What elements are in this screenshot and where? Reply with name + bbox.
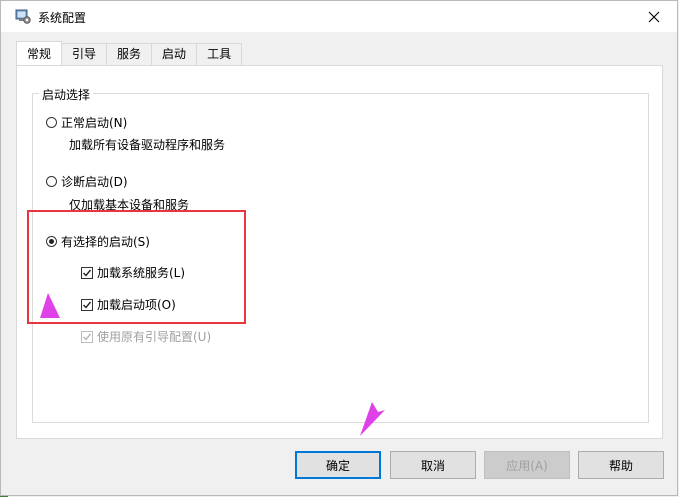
checkbox-box-disabled [81,330,93,343]
close-button[interactable] [631,1,677,32]
window-title: 系统配置 [38,11,87,25]
tab-services[interactable]: 服务 [106,43,153,65]
normal-startup-radio[interactable]: 正常启动(N) [46,114,127,131]
help-button[interactable]: 帮助 [578,451,664,479]
apply-button: 应用(A) [484,451,570,479]
diagnostic-startup-label: 诊断启动(D) [61,175,128,189]
radio-indicator[interactable] [46,176,57,187]
title-bar[interactable]: 系统配置 [1,1,677,32]
diagnostic-startup-radio[interactable]: 诊断启动(D) [46,173,128,190]
tab-general[interactable]: 常规 [16,41,63,65]
tab-tools[interactable]: 工具 [196,43,243,65]
checkbox-label: 使用原有引导配置(U) [97,330,212,344]
checkmark-icon [83,333,92,341]
normal-startup-desc: 加载所有设备驱动程序和服务 [69,138,226,152]
close-icon [648,11,660,22]
ok-button[interactable]: 确定 [295,451,381,479]
tab-boot[interactable]: 引导 [61,43,108,65]
system-config-dialog: 系统配置 常规 引导 服务 启动 工具 启动选择 正常启动(N) 加载所有设备驱… [0,0,678,496]
tab-startup[interactable]: 启动 [151,43,198,65]
normal-startup-label: 正常启动(N) [61,116,128,130]
cancel-button[interactable]: 取消 [390,451,476,479]
annotation-highlight-box [27,210,246,324]
radio-indicator[interactable] [46,117,57,128]
use-original-boot-config-checkbox: 使用原有引导配置(U) [81,328,211,345]
msconfig-app-icon [15,8,31,24]
group-legend: 启动选择 [39,86,94,103]
tab-strip: 常规 引导 服务 启动 工具 [16,41,243,66]
